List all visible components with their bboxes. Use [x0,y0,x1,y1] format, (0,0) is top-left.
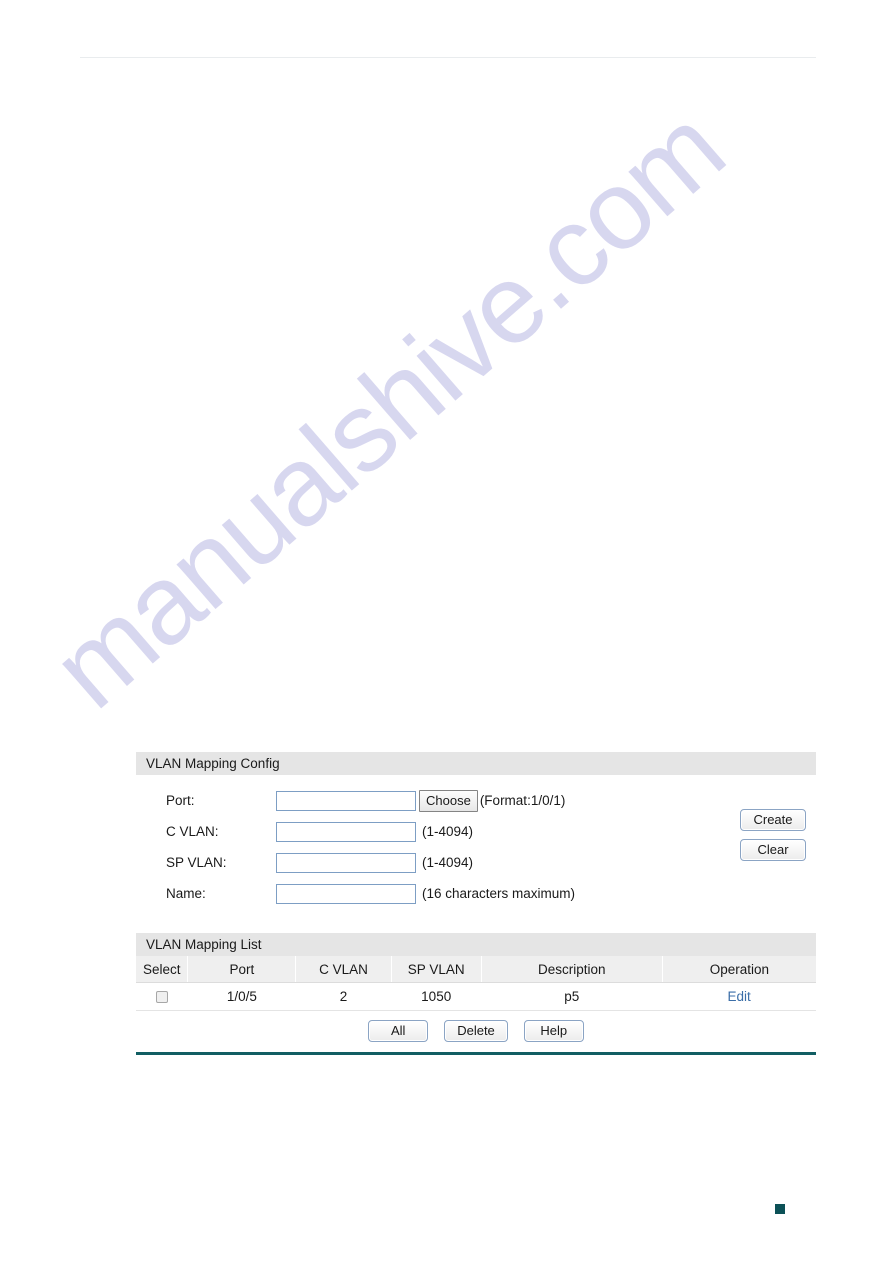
column-header-sp-vlan: SP VLAN [391,956,482,983]
name-input[interactable] [276,883,416,904]
column-header-select: Select [136,956,189,983]
help-button[interactable]: Help [523,1020,584,1042]
c-vlan-label: C VLAN: [166,824,219,839]
clear-button[interactable]: Clear [740,839,806,861]
delete-button[interactable]: Delete [444,1020,508,1042]
config-panel-title: VLAN Mapping Config [136,752,816,775]
name-length-hint: (16 characters maximum) [422,886,576,901]
edit-link[interactable]: Edit [728,989,751,1004]
sp-vlan-label: SP VLAN: [166,855,227,870]
column-header-c-vlan: C VLAN [295,956,392,983]
page-top-rule [80,57,816,58]
port-format-hint: (Format:1/0/1) [479,793,566,808]
all-button[interactable]: All [368,1020,429,1042]
row-select-cell [136,982,188,1011]
port-label: Port: [166,793,195,808]
row-c-vlan: 2 [295,982,392,1011]
column-header-description: Description [481,956,663,983]
column-header-operation: Operation [662,956,816,983]
c-vlan-input[interactable] [276,821,416,842]
vlan-mapping-config-panel: VLAN Mapping Config Port: Choose (Format… [136,752,816,921]
port-input[interactable] [276,790,416,811]
row-port: 1/0/5 [187,982,296,1011]
c-vlan-range-hint: (1-4094) [422,824,474,839]
vlan-mapping-table: Select Port C VLAN SP VLAN Description O… [136,956,816,1011]
table-action-buttons: All Delete Help [136,1011,816,1046]
sp-vlan-range-hint: (1-4094) [422,855,474,870]
page-corner-marker [775,1204,785,1214]
name-label: Name: [166,886,206,901]
list-panel-title: VLAN Mapping List [136,933,816,956]
table-row: 1/0/5 2 1050 p5 Edit [136,982,816,1011]
config-form: Port: Choose (Format:1/0/1) C VLAN: (1-4… [136,775,816,921]
row-description: p5 [481,982,663,1011]
form-row-name: Name: (16 characters maximum) [136,878,816,909]
row-select-checkbox[interactable] [155,991,168,1004]
form-row-c-vlan: C VLAN: (1-4094) [136,816,816,847]
watermark: manualshive.com [0,0,893,1263]
main-content: VLAN Mapping Config Port: Choose (Format… [136,752,816,1046]
choose-button[interactable]: Choose [419,789,478,812]
form-row-sp-vlan: SP VLAN: (1-4094) [136,847,816,878]
create-button[interactable]: Create [740,809,806,831]
page-bottom-rule [136,1052,816,1055]
watermark-text: manualshive.com [28,85,747,732]
column-header-port: Port [187,956,297,983]
row-sp-vlan: 1050 [391,982,482,1011]
sp-vlan-input[interactable] [276,852,416,873]
config-side-buttons: Create Clear [740,809,806,861]
form-row-port: Port: Choose (Format:1/0/1) [136,785,816,816]
vlan-mapping-list-panel: VLAN Mapping List Select Port C VLAN SP … [136,933,816,1046]
row-operation-cell: Edit [662,982,816,1011]
table-header-row: Select Port C VLAN SP VLAN Description O… [136,956,816,983]
